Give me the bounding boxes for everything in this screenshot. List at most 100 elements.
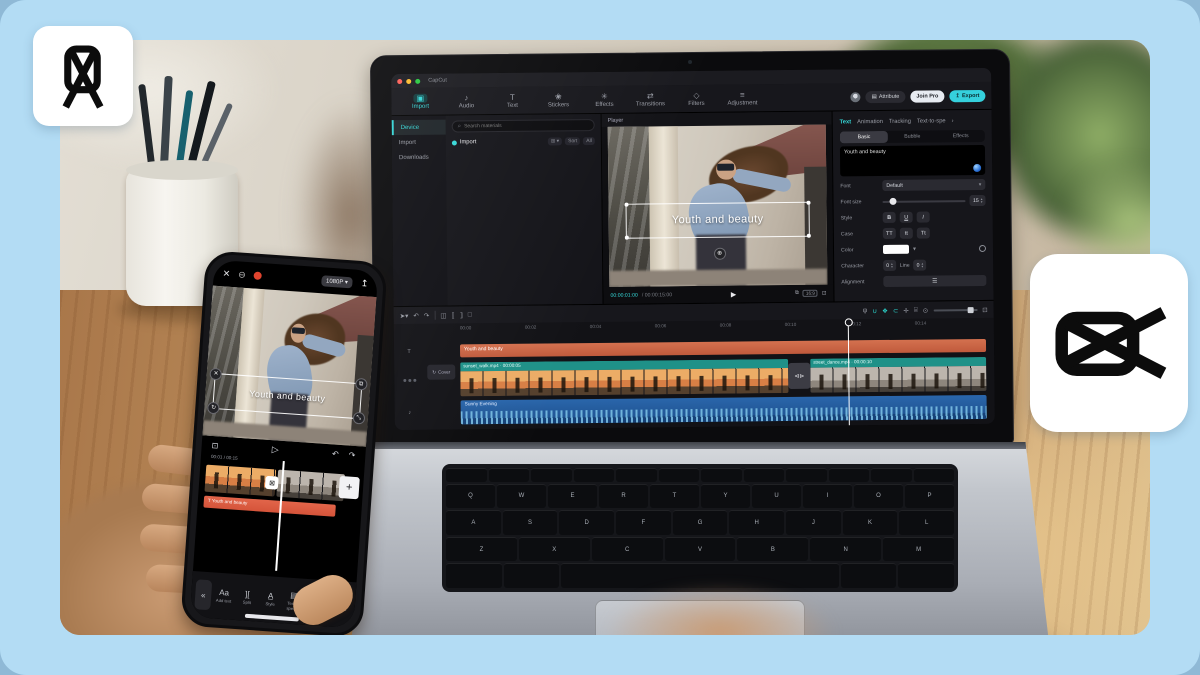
sidebar-item-downloads[interactable]: Downloads [392,150,446,166]
font-size-slider[interactable] [882,200,965,203]
add-clip-button[interactable]: + [338,476,359,499]
eyedropper-icon[interactable] [979,245,986,252]
sidebar-item-import[interactable]: Import [392,135,446,151]
color-swatch[interactable] [883,245,909,254]
player-video[interactable]: Youth and beauty ⊕ [608,125,828,287]
italic-button[interactable]: I [917,212,930,223]
subtab-basic[interactable]: Basic [840,131,888,144]
sort-button[interactable]: Sort [565,137,580,145]
stepper-icon[interactable]: ▴▾ [981,197,983,203]
snapshot-icon[interactable]: ⊙ [923,306,929,314]
cover-button[interactable]: ↻ Cover [427,364,455,379]
transition-icon[interactable]: ⊲⊳ [788,363,810,389]
close-icon[interactable]: ✕ [222,268,230,279]
track-toggles[interactable] [403,378,416,381]
join-pro-button[interactable]: Join Pro [910,90,944,102]
text-clip[interactable]: Youth and beauty [460,339,986,358]
play-button[interactable]: ▶ [731,290,736,298]
alignment-button[interactable]: ☰ [883,275,986,287]
delete-handle-icon[interactable]: ✕ [209,368,222,381]
minimize-icon[interactable] [406,78,411,83]
magnet-icon[interactable]: ∪ [872,307,877,315]
text-input-box[interactable]: Youth and beauty [840,145,985,177]
fullscreen-icon[interactable]: ⊡ [822,290,827,296]
tab-tracking[interactable]: Tracking [889,118,911,124]
font-size-spinner[interactable]: 15 ▴▾ [970,195,986,206]
clip-frames-2[interactable] [276,470,345,502]
transition-icon[interactable]: ⊠ [265,476,279,490]
titlecase-button[interactable]: Tt [917,228,930,239]
ratio-button[interactable]: 16:9 [803,290,818,297]
rotate-handle-icon[interactable]: ⊕ [714,247,726,259]
tab-text-to-speech[interactable]: Text-to-spe [917,118,946,124]
search-input[interactable] [464,122,589,129]
timeline-zoom-slider[interactable] [933,309,977,311]
stepper-icon[interactable]: ▴▾ [891,262,893,268]
text-track-header[interactable]: T [394,345,424,358]
video-clip-1[interactable]: sunset_walk.mp4 · 00:00:05 [460,359,788,396]
tab-stickers[interactable]: ❀ Stickers [535,92,581,108]
sidebar-item-device[interactable]: Device [392,120,446,136]
subtab-bubble[interactable]: Bubble [888,130,936,143]
tool-add-text[interactable]: Aa Add text [213,588,235,605]
keyframe-icon[interactable]: ✛ [903,306,909,314]
view-grid-icon[interactable]: ⊞ ▾ [548,137,562,145]
redo-icon[interactable]: ↷ [424,311,430,319]
undo-icon[interactable]: ↶ [332,449,339,458]
font-select[interactable]: Default ▾ [882,179,985,191]
tool-split[interactable]: ][ Split [236,589,258,606]
character-spacing-spinner[interactable]: 0 ▴▾ [883,260,896,271]
play-button[interactable]: ▷ [271,444,279,455]
text-selection-box[interactable]: Youth and beauty [626,202,809,239]
resolution-button[interactable]: 1080P ▾ [321,275,354,288]
filter-all-button[interactable]: All [583,137,595,145]
audio-track-header[interactable]: ♪ [395,401,425,425]
uppercase-button[interactable]: TT [883,228,896,239]
split-icon[interactable]: ◫ [440,311,446,319]
lowercase-button[interactable]: tt [900,228,913,239]
handle-icon[interactable] [806,201,810,205]
audio-clip[interactable]: Sunny Evening [461,395,987,425]
microphone-icon[interactable]: ψ [863,307,868,314]
line-spacing-spinner[interactable]: 0 ▴▾ [914,260,927,271]
stepper-icon[interactable]: ▴▾ [921,262,923,268]
undo-icon[interactable]: ↶ [413,311,419,319]
handle-icon[interactable] [806,234,810,238]
mirror-icon[interactable]: ⧉ [795,290,799,297]
video-clip-2[interactable]: street_dance.mp4 · 00:00:10 [810,357,986,393]
fit-timeline-icon[interactable]: ⊡ [982,305,988,313]
link-icon[interactable]: ❖ [882,306,888,314]
tab-audio[interactable]: ♪ Audio [443,93,489,109]
back-button[interactable]: « [194,579,212,610]
tab-text[interactable]: Text [840,119,852,125]
search-bar[interactable]: ⌕ [452,119,595,132]
handle-icon[interactable] [625,202,629,206]
video-track-header[interactable] [394,363,424,397]
slider-knob[interactable] [889,198,896,205]
delete-icon[interactable]: □ [468,311,472,318]
fullscreen-icon[interactable]: ⊡ [211,440,218,449]
tab-filters[interactable]: ◇ Filters [673,90,719,106]
zoom-knob[interactable] [967,307,973,313]
tab-transitions[interactable]: ⇄ Transitions [627,91,673,107]
trim-right-icon[interactable]: ⟧ [460,311,463,319]
comment-icon[interactable]: ⌸ [914,306,918,314]
trim-left-icon[interactable]: ⟦ [451,311,454,319]
tab-animation[interactable]: Animation [857,118,883,124]
underline-button[interactable]: U [900,212,913,223]
bold-button[interactable]: B [883,212,896,223]
zoom-icon[interactable] [415,78,420,83]
no-watermark-icon[interactable]: ⊖ [238,269,246,280]
tool-style[interactable]: A̲ Style [259,591,281,608]
subtab-effects[interactable]: Effects [936,130,984,143]
preview-axis-icon[interactable]: ⊂ [893,306,899,314]
tab-import[interactable]: ▣ Import [397,93,443,109]
close-icon[interactable] [397,79,402,84]
mobile-preview[interactable]: Youth and beauty ✕ ⧉ ↻ ⤡ [202,286,376,447]
tab-effects[interactable]: ✳ Effects [581,91,627,107]
cursor-icon[interactable]: ➤▾ [400,311,409,319]
redo-icon[interactable]: ↷ [348,450,355,459]
avatar[interactable] [851,92,861,102]
attribute-button[interactable]: ▤ Attribute [866,90,906,102]
tabs-overflow-icon[interactable]: › [952,118,954,124]
